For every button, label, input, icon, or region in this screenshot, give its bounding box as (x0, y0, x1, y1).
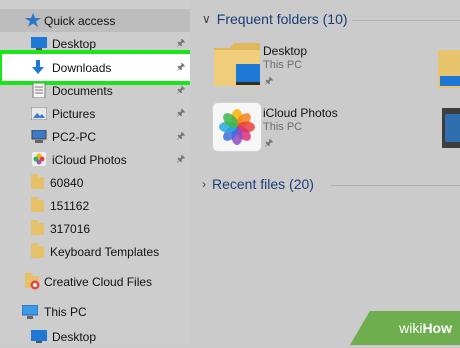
chevron-right-icon: › (202, 177, 206, 191)
pin-icon: 🖈 (264, 76, 274, 87)
nav-item-keyboard-templates[interactable]: Keyboard Templates (0, 240, 190, 263)
nav-item-documents[interactable]: Documents 🖈 (0, 79, 190, 102)
recent-files-header[interactable]: › Recent files (20) (202, 176, 314, 192)
desktop-folder-icon (214, 42, 260, 86)
content-pane: ∨ Frequent folders (10) Desktop This PC … (190, 0, 460, 345)
frequent-folder-tile-icloud-photos[interactable]: iCloud Photos This PC 🖈 (208, 100, 398, 156)
nav-item-label: 151162 (50, 198, 90, 213)
folder-icon (31, 174, 44, 189)
pin-icon[interactable]: 🖈 (176, 38, 185, 50)
nav-item-pictures[interactable]: Pictures 🖈 (0, 102, 190, 125)
nav-item-label: PC2-PC (52, 129, 97, 144)
section-divider (330, 185, 460, 186)
frequent-folders-title: Frequent folders (10) (216, 11, 348, 27)
nav-item-label: iCloud Photos (52, 152, 127, 167)
nav-item-label: Desktop (52, 36, 97, 51)
nav-item-icloud-photos[interactable]: iCloud Photos 🖈 (0, 148, 190, 171)
watermark-wiki: wiki (399, 320, 423, 336)
creative-cloud-folder-icon (25, 273, 40, 290)
tile-location: This PC (263, 121, 303, 133)
nav-item-folder-317016[interactable]: 317016 (0, 217, 190, 240)
pin-icon[interactable]: 🖈 (176, 108, 185, 120)
tile-name: iCloud Photos (263, 106, 338, 120)
frequent-folder-tile-desktop[interactable]: Desktop This PC 🖈 (208, 38, 398, 94)
pin-icon[interactable]: 🖈 (176, 85, 185, 97)
folder-icon (31, 220, 44, 235)
folder-icon (31, 197, 44, 212)
star-icon (25, 13, 41, 27)
chevron-down-icon: ∨ (202, 12, 211, 26)
nav-item-label: Desktop (52, 329, 97, 344)
download-arrow-icon (31, 60, 47, 74)
nav-item-label: Downloads (52, 60, 112, 75)
watermark-how: How (422, 320, 452, 336)
folder-icon (31, 243, 44, 258)
nav-item-creative-cloud[interactable]: Creative Cloud Files (0, 270, 190, 293)
nav-quick-access-label: Quick access (44, 13, 116, 28)
frequent-folder-tile-partial[interactable] (438, 44, 460, 88)
icloud-photos-icon (212, 102, 262, 152)
section-divider (352, 20, 460, 21)
nav-item-pc2-pc[interactable]: PC2-PC 🖈 (0, 125, 190, 148)
desktop-icon (31, 37, 47, 51)
nav-item-folder-60840[interactable]: 60840 (0, 171, 190, 194)
nav-item-folder-151162[interactable]: 151162 (0, 194, 190, 217)
frequent-folder-tile-partial[interactable] (442, 108, 460, 148)
nav-item-label: Pictures (52, 106, 96, 121)
icloud-photos-icon (32, 152, 48, 166)
network-pc-icon (31, 129, 47, 144)
computer-icon (21, 304, 39, 319)
recent-files-title: Recent files (20) (212, 176, 314, 192)
tile-location: This PC (263, 59, 303, 71)
pin-icon[interactable]: 🖈 (176, 62, 185, 74)
nav-item-label: This PC (44, 304, 87, 319)
pin-icon[interactable]: 🖈 (176, 131, 185, 143)
pin-icon: 🖈 (264, 138, 274, 149)
nav-quick-access[interactable]: Quick access (0, 9, 190, 32)
tile-name: Desktop (263, 44, 308, 58)
pin-icon[interactable]: 🖈 (176, 154, 185, 166)
nav-item-label: Documents (52, 83, 113, 98)
pictures-icon (30, 106, 48, 121)
nav-item-this-pc[interactable]: This PC (0, 300, 190, 323)
nav-item-label: 317016 (50, 221, 91, 236)
nav-item-label: 60840 (50, 175, 84, 190)
navigation-pane: Quick access Desktop 🖈 Downloads 🖈 Docum… (0, 0, 196, 345)
documents-icon (32, 82, 48, 99)
desktop-icon (31, 330, 47, 344)
frequent-folders-header[interactable]: ∨ Frequent folders (10) (202, 11, 348, 27)
nav-item-label: Keyboard Templates (50, 244, 160, 259)
nav-item-label: Creative Cloud Files (44, 274, 153, 289)
